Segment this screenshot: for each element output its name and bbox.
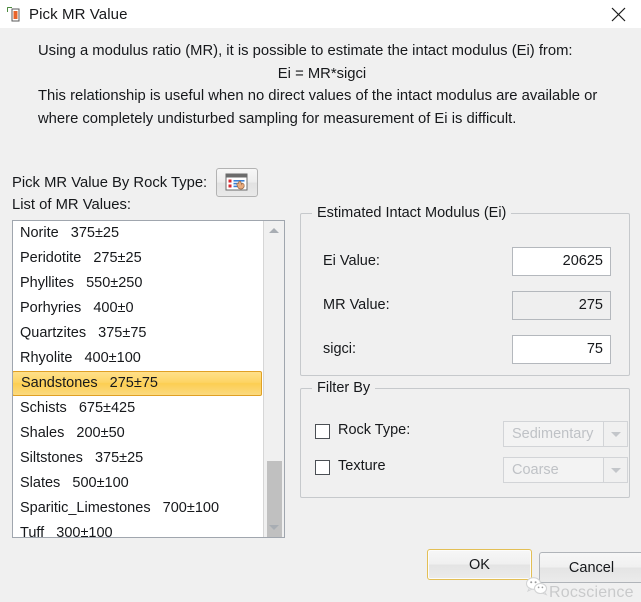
- list-item[interactable]: Norite 375±25: [13, 221, 263, 246]
- list-item-name: Sparitic_Limestones: [20, 500, 151, 516]
- watermark-text: Rocscience: [549, 584, 634, 602]
- filter-rock-type-row: Rock Type: Sedimentary: [301, 419, 629, 447]
- list-item[interactable]: Tuff 300±100: [13, 521, 263, 538]
- pick-mr-by-rock-type-button[interactable]: [216, 168, 258, 197]
- mr-value-input: 275: [512, 291, 611, 320]
- chevron-down-icon: [611, 468, 621, 473]
- listbox-scrollbar[interactable]: [263, 221, 284, 537]
- list-item-name: Phyllites: [20, 275, 74, 291]
- rock-sample-icon: [5, 5, 23, 23]
- texture-dropdown[interactable]: Coarse: [503, 457, 628, 483]
- list-item-name: Norite: [20, 225, 59, 241]
- formula-text: Ei = MR*sigci: [38, 63, 606, 86]
- list-item-name: Porhyries: [20, 300, 81, 316]
- list-item[interactable]: Siltstones 375±25: [13, 446, 263, 471]
- rock-type-dropdown[interactable]: Sedimentary: [503, 421, 628, 447]
- list-item-value: 500±100: [60, 475, 128, 491]
- list-item-value: 300±100: [44, 525, 112, 538]
- sigci-label: sigci:: [323, 341, 356, 357]
- list-item[interactable]: Sparitic_Limestones 700±100: [13, 496, 263, 521]
- list-item-name: Shales: [20, 425, 64, 441]
- description-block: Using a modulus ratio (MR), it is possib…: [38, 40, 606, 130]
- rock-type-dropdown-button[interactable]: [603, 422, 627, 446]
- ei-value-label: Ei Value:: [323, 253, 380, 269]
- list-item-name: Quartzites: [20, 325, 86, 341]
- list-item[interactable]: Quartzites 375±75: [13, 321, 263, 346]
- ok-button[interactable]: OK: [427, 549, 532, 580]
- list-item-name: Siltstones: [20, 450, 83, 466]
- list-item-name: Schists: [20, 400, 67, 416]
- sigci-row: sigci: 75: [301, 334, 629, 364]
- texture-checkbox[interactable]: [315, 460, 330, 475]
- ei-value-input[interactable]: 20625: [512, 247, 611, 276]
- list-of-mr-values-label: List of MR Values:: [12, 197, 131, 213]
- filter-by-title: Filter By: [312, 380, 375, 396]
- list-item[interactable]: Phyllites 550±250: [13, 271, 263, 296]
- list-item-value: 275±75: [98, 375, 158, 391]
- list-item-value: 275±25: [81, 250, 141, 266]
- scroll-up-button[interactable]: [264, 221, 284, 240]
- pick-mr-by-rock-type-row: Pick MR Value By Rock Type:: [12, 168, 258, 197]
- list-item-value: 400±100: [72, 350, 140, 366]
- rock-type-list-picker-icon: [225, 173, 249, 192]
- list-item[interactable]: Schists 675±425: [13, 396, 263, 421]
- list-item[interactable]: Sandstones 275±75: [12, 371, 262, 396]
- sigci-input[interactable]: 75: [512, 335, 611, 364]
- rock-type-selected-value: Sedimentary: [504, 426, 603, 442]
- estimated-intact-modulus-title: Estimated Intact Modulus (Ei): [312, 205, 511, 221]
- close-button[interactable]: [595, 0, 641, 28]
- chevron-down-icon: [611, 432, 621, 437]
- list-item-value: 375±75: [86, 325, 146, 341]
- list-item-value: 675±425: [67, 400, 135, 416]
- mr-value-row: MR Value: 275: [301, 290, 629, 320]
- mr-values-listbox[interactable]: Norite 375±25Peridotite 275±25Phyllites …: [12, 220, 285, 538]
- texture-label: Texture: [338, 458, 386, 474]
- filter-texture-row: Texture Coarse: [301, 455, 629, 483]
- rock-type-checkbox[interactable]: [315, 424, 330, 439]
- scroll-down-button[interactable]: [264, 518, 284, 537]
- mr-value-label: MR Value:: [323, 297, 390, 313]
- dialog-body: Using a modulus ratio (MR), it is possib…: [0, 28, 641, 591]
- description-line-1: Using a modulus ratio (MR), it is possib…: [38, 43, 573, 59]
- list-item-name: Tuff: [20, 525, 44, 538]
- list-item-value: 400±0: [81, 300, 133, 316]
- list-item[interactable]: Porhyries 400±0: [13, 296, 263, 321]
- list-item[interactable]: Shales 200±50: [13, 421, 263, 446]
- texture-dropdown-button[interactable]: [603, 458, 627, 482]
- list-item-name: Slates: [20, 475, 60, 491]
- window-title: Pick MR Value: [29, 6, 128, 23]
- list-item-value: 375±25: [83, 450, 143, 466]
- rock-type-label: Rock Type:: [338, 422, 410, 438]
- list-item-value: 375±25: [59, 225, 119, 241]
- estimated-intact-modulus-group: Estimated Intact Modulus (Ei) Ei Value: …: [300, 213, 630, 376]
- close-icon: [611, 7, 626, 22]
- list-item[interactable]: Slates 500±100: [13, 471, 263, 496]
- filter-by-group: Filter By Rock Type: Sedimentary Texture…: [300, 388, 630, 498]
- pick-mr-label: Pick MR Value By Rock Type:: [12, 175, 207, 191]
- list-item-value: 200±50: [64, 425, 124, 441]
- description-line-2: This relationship is useful when no dire…: [38, 88, 597, 127]
- title-bar: Pick MR Value: [0, 0, 641, 28]
- list-item[interactable]: Rhyolite 400±100: [13, 346, 263, 371]
- list-item-name: Peridotite: [20, 250, 81, 266]
- list-item-value: 550±250: [74, 275, 142, 291]
- list-item-value: 700±100: [151, 500, 219, 516]
- list-item[interactable]: Peridotite 275±25: [13, 246, 263, 271]
- texture-selected-value: Coarse: [504, 462, 603, 478]
- ei-value-row: Ei Value: 20625: [301, 246, 629, 276]
- list-item-name: Sandstones: [21, 375, 98, 391]
- mr-values-list: Norite 375±25Peridotite 275±25Phyllites …: [13, 221, 263, 538]
- chevron-down-icon: [269, 525, 279, 530]
- chevron-up-icon: [269, 228, 279, 233]
- cancel-button[interactable]: Cancel: [539, 552, 641, 583]
- list-item-name: Rhyolite: [20, 350, 72, 366]
